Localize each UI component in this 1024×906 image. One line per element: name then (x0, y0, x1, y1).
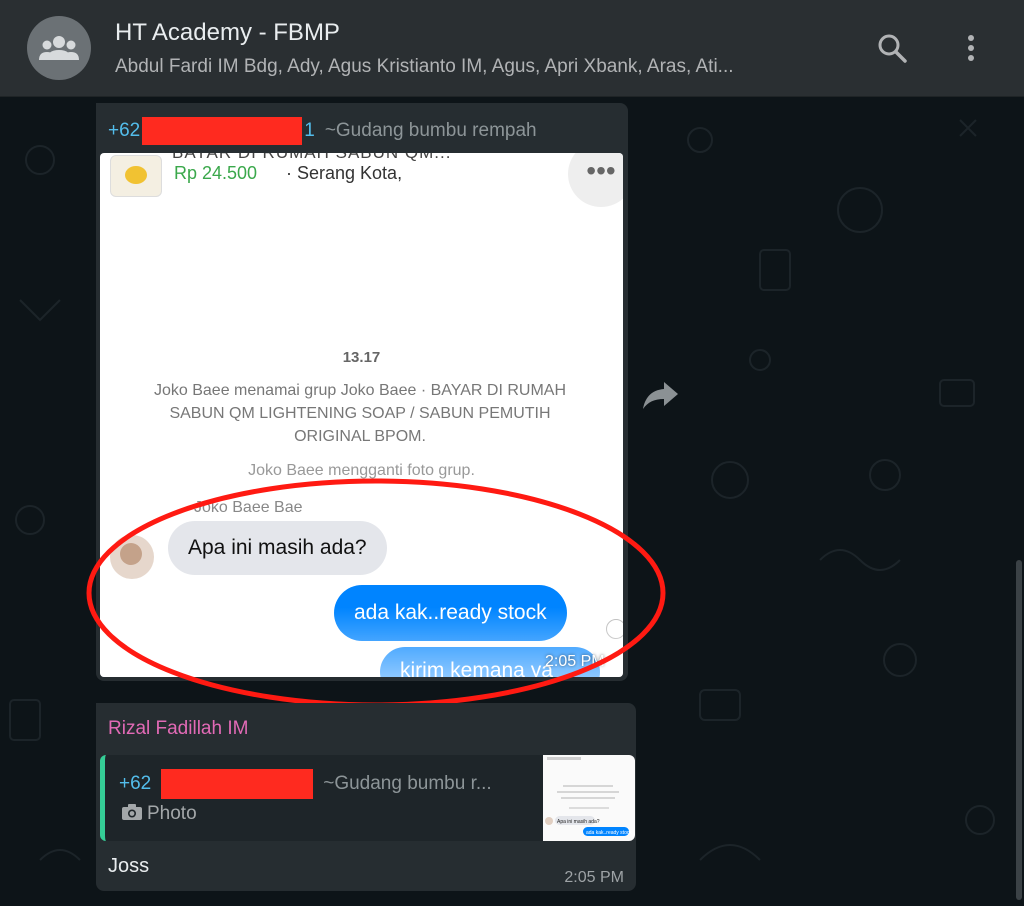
quoted-sender: +62 ~Gudang bumbu r... (119, 769, 492, 799)
more-options-icon: ••• (568, 153, 623, 207)
chat-title[interactable]: HT Academy - FBMP (115, 19, 340, 47)
svg-text:ada kak..ready stock: ada kak..ready stock (586, 830, 632, 836)
message-time: 2:05 PM (564, 869, 624, 886)
redaction-bar (142, 117, 303, 145)
camera-icon (122, 804, 142, 820)
quoted-photo-thumbnail: Apa ini masih ada? ada kak..ready stock (543, 755, 635, 841)
quoted-message[interactable]: +62 ~Gudang bumbu r... Photo Apa ini masi… (100, 755, 635, 841)
redaction-bar (161, 769, 314, 799)
quoted-photo-label: Photo (121, 803, 197, 825)
product-title: BAYAR DI RUMAH SABUN QM... (172, 153, 451, 163)
highlight-annotation-ellipse (86, 478, 666, 708)
search-icon[interactable] (874, 30, 910, 66)
chat-participants[interactable]: Abdul Fardi IM Bdg, Ady, Agus Kristianto… (115, 56, 734, 78)
group-avatar-icon[interactable] (27, 16, 91, 80)
forward-icon[interactable] (640, 378, 680, 412)
message-bubble-reply[interactable]: Rizal Fadillah IM +62 ~Gudang bumbu r... … (96, 703, 636, 891)
product-thumbnail (110, 155, 162, 197)
message-text: Joss (108, 855, 150, 877)
message-sender[interactable]: +62 1 ~Gudang bumbu rempah (108, 117, 537, 145)
chat-header: HT Academy - FBMP Abdul Fardi IM Bdg, Ad… (0, 0, 1024, 97)
product-location: · Serang Kota, (286, 163, 403, 183)
message-sender[interactable]: Rizal Fadillah IM (108, 718, 248, 740)
system-message-rename: Joko Baee menamai grup Joko Baee · BAYAR… (153, 382, 567, 445)
chat-scrollbar[interactable] (1016, 560, 1022, 900)
svg-text:Apa ini masih ada?: Apa ini masih ada? (557, 819, 600, 825)
product-price: Rp 24.500 (174, 163, 258, 183)
sender-pushname: ~Gudang bumbu rempah (324, 120, 537, 142)
menu-icon[interactable] (953, 30, 989, 66)
conversation-time: 13.17 (342, 349, 381, 366)
